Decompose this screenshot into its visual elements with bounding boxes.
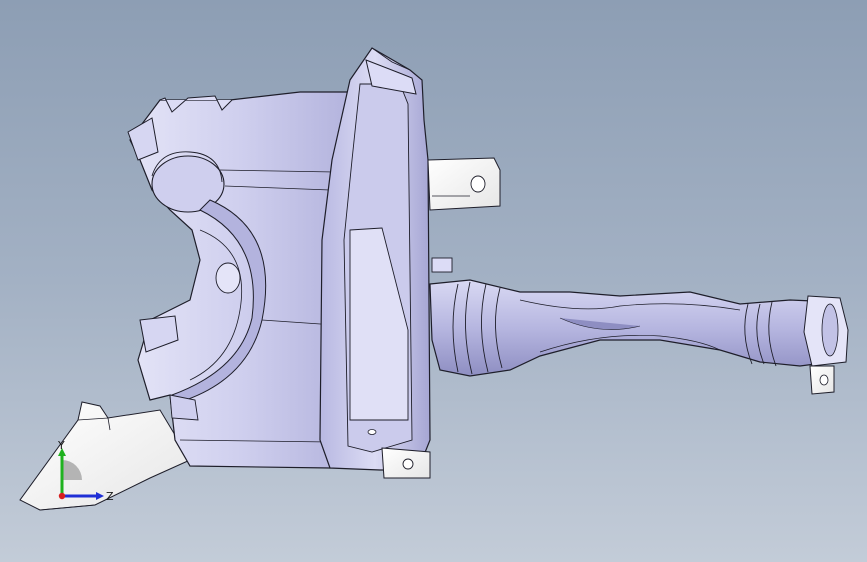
bottom-mounting-tab[interactable] <box>381 447 431 479</box>
z-axis-arrowhead <box>96 492 104 500</box>
y-axis-label: Y <box>57 440 65 452</box>
x-axis-dot <box>58 492 66 500</box>
z-axis-label: Z <box>106 490 114 503</box>
side-mounting-tab[interactable] <box>427 157 501 211</box>
stud-boss[interactable] <box>431 257 453 273</box>
graphics-viewport[interactable]: Y Z <box>0 0 867 562</box>
outlet-duct[interactable] <box>429 279 849 395</box>
airbox-housing[interactable] <box>127 91 353 469</box>
coordinate-triad: Y Z <box>57 440 114 503</box>
triad-quadrant <box>62 460 82 480</box>
3d-model-view[interactable] <box>0 0 867 562</box>
